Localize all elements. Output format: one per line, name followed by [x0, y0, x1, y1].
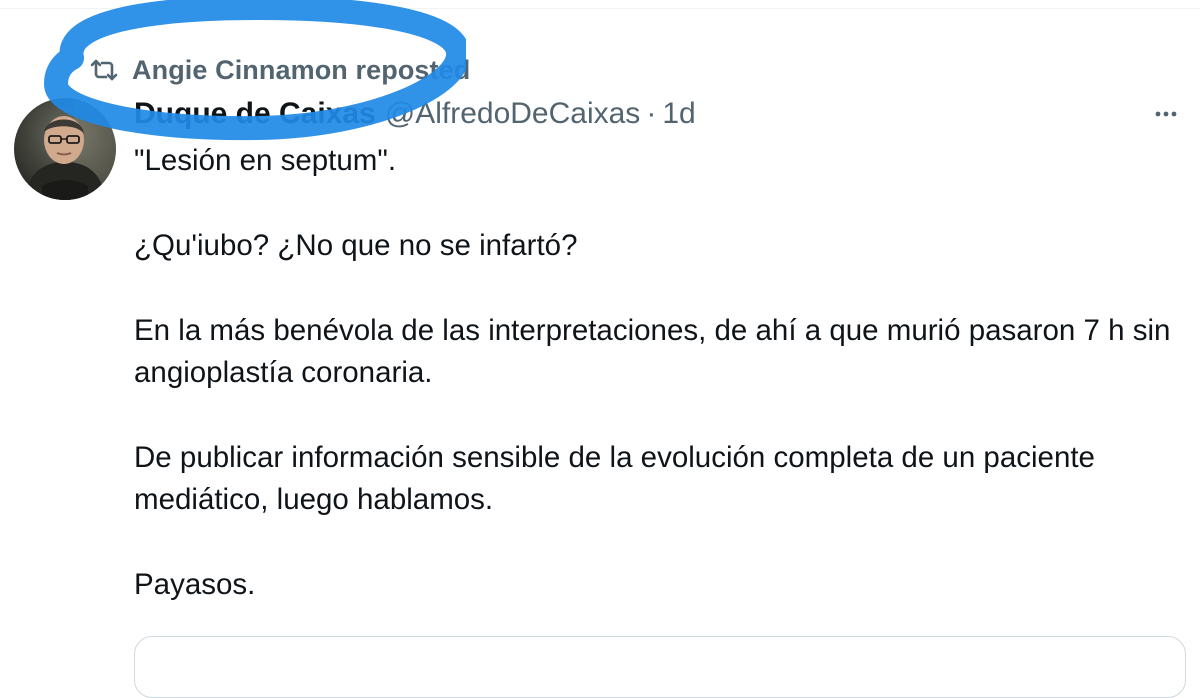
tweet-paragraph: De publicar información sensible de la e… [134, 441, 1095, 516]
avatar-photo-icon [14, 98, 116, 200]
repost-label: Angie Cinnamon reposted [132, 54, 471, 85]
avatar[interactable] [14, 98, 116, 200]
tweet-header: Duque de Caixas @AlfredoDeCaixas · 1d [134, 94, 696, 134]
tweet-paragraph: ¿Qu'iubo? ¿No que no se infartó? [134, 229, 578, 262]
more-horizontal-icon [1155, 111, 1177, 117]
tweet-paragraph: Payasos. [134, 568, 256, 601]
tweet-text: "Lesión en septum". ¿Qu'iubo? ¿No que no… [134, 140, 1190, 606]
author-handle[interactable]: @AlfredoDeCaixas [385, 97, 641, 131]
repost-context[interactable]: Angie Cinnamon reposted [88, 52, 470, 88]
header-separator: · [646, 97, 657, 130]
top-divider [0, 8, 1200, 9]
tweet-timestamp[interactable]: 1d [662, 97, 695, 131]
tweet-paragraph: En la más benévola de las interpretacion… [134, 314, 1171, 389]
repost-icon [88, 54, 120, 86]
tweet-paragraph: "Lesión en septum". [134, 144, 397, 177]
quoted-tweet-card[interactable] [134, 636, 1186, 698]
author-display-name[interactable]: Duque de Caixas [134, 97, 376, 131]
more-options-button[interactable] [1148, 100, 1184, 128]
